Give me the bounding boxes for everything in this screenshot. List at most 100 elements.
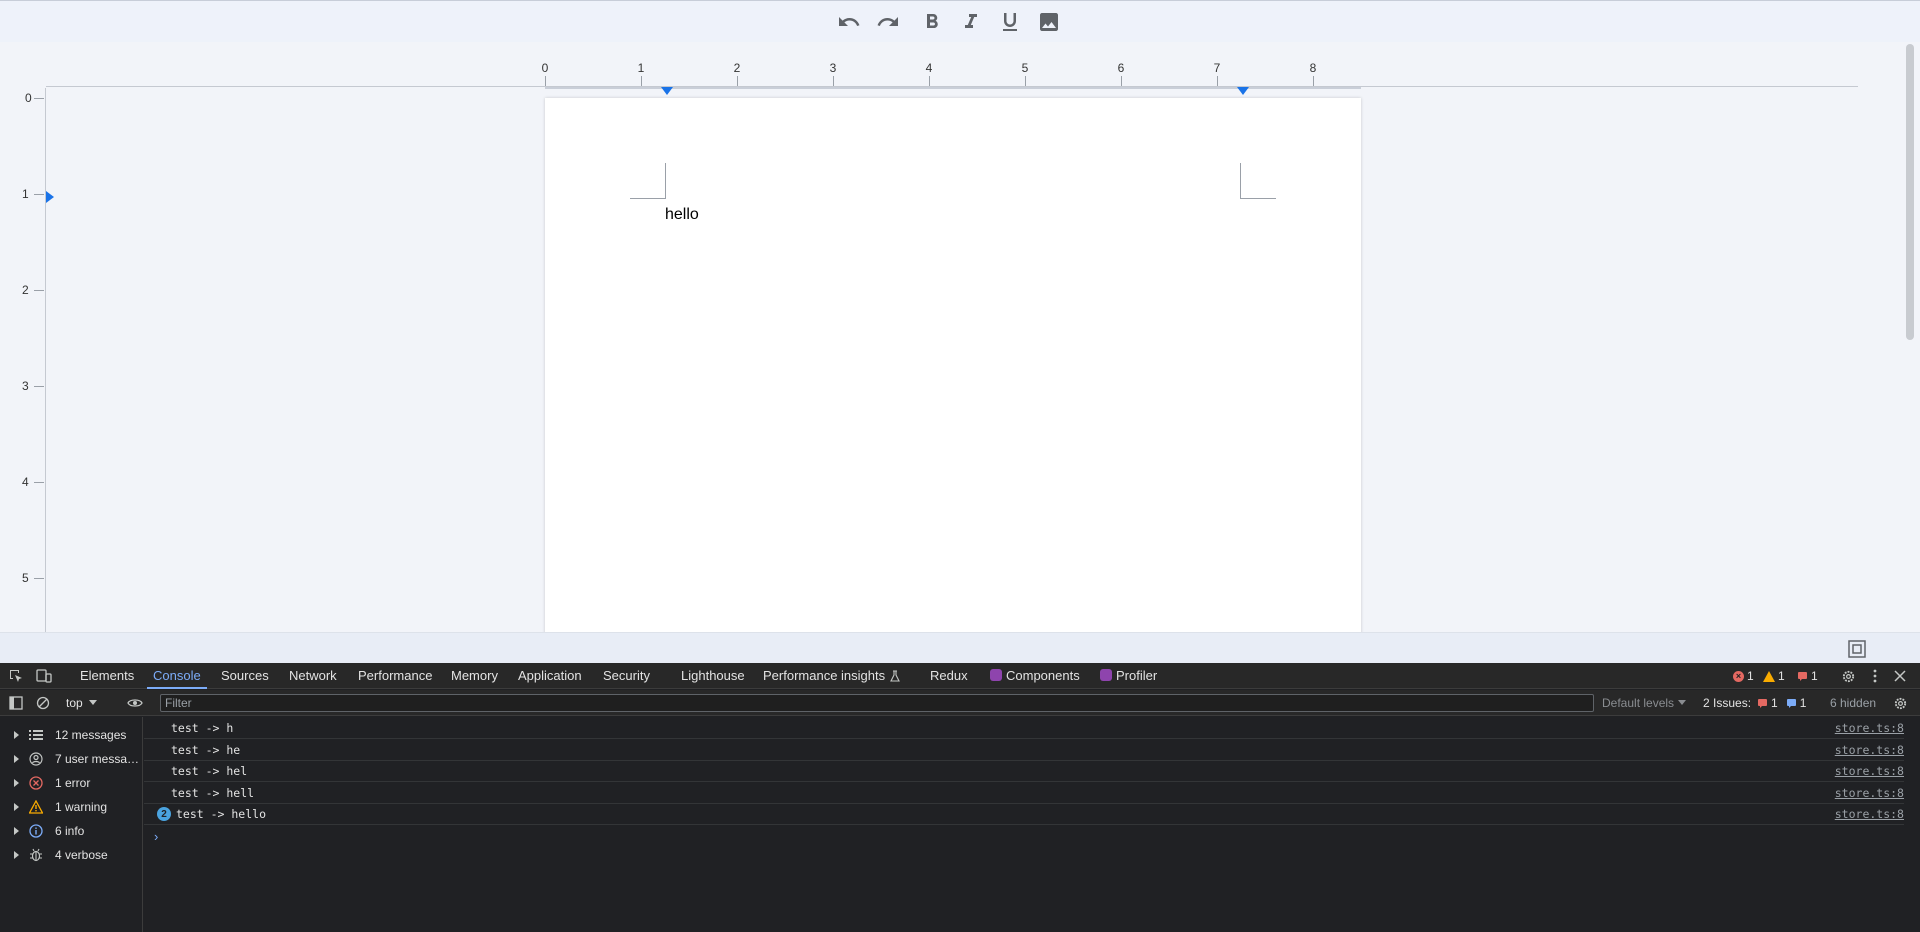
undo-button[interactable] [836, 9, 862, 35]
ruler-label: 0 [541, 61, 549, 75]
react-icon [990, 669, 1002, 681]
ruler-label: 1 [637, 61, 645, 75]
redo-button[interactable] [875, 9, 901, 35]
editor-toolbar [0, 0, 1920, 42]
sidebar-item-label: 4 verbose [55, 848, 108, 862]
tab-elements[interactable]: Elements [74, 663, 140, 689]
console-message: 2 test -> hello store.ts:8 [144, 804, 1904, 825]
italic-button[interactable] [958, 9, 984, 35]
expand-arrow-icon[interactable] [14, 827, 19, 835]
issue-count-badge[interactable]: 1 [1797, 668, 1818, 684]
bug-icon [29, 848, 43, 862]
devtools-panel: Elements Console Sources Network Performance… [0, 663, 1920, 932]
ruler-tick [34, 386, 44, 387]
message-text: test -> h [171, 721, 234, 735]
clear-icon [36, 696, 50, 710]
message-text: test -> hell [171, 785, 255, 800]
tab-application[interactable]: Application [512, 663, 588, 689]
sidebar-item-error[interactable]: 1 error [0, 771, 143, 795]
fullscreen-button[interactable] [1845, 637, 1869, 661]
tab-performance-insights[interactable]: Performance insights [757, 663, 907, 689]
ruler-label: 8 [1309, 61, 1317, 75]
underline-button[interactable] [997, 9, 1023, 35]
document-page[interactable]: hello [545, 98, 1361, 663]
ruler-tick [641, 76, 642, 86]
margin-corner-top-right [1240, 163, 1276, 199]
undo-icon [839, 17, 860, 26]
ruler-label: 2 [733, 61, 741, 75]
expand-arrow-icon[interactable] [14, 755, 19, 763]
ruler-label: 5 [1021, 61, 1029, 75]
issue-icon [1798, 671, 1807, 681]
info-icon [29, 824, 43, 838]
sidebar-item-label: 7 user messages [55, 752, 141, 766]
message-text: test -> hel [171, 764, 248, 778]
clear-console-button[interactable] [34, 694, 52, 712]
tab-components[interactable]: Components [984, 663, 1086, 689]
more-options-button[interactable] [1866, 667, 1884, 685]
ruler-label: 0 [25, 91, 32, 105]
sidebar-item-list[interactable]: 12 messages [0, 723, 143, 747]
tab-redux[interactable]: Redux [924, 663, 974, 689]
expand-arrow-icon[interactable] [14, 731, 19, 739]
message-text: test -> hello [176, 807, 267, 821]
sidebar-item-warning[interactable]: 1 warning [0, 795, 143, 819]
live-expression-button[interactable] [126, 694, 144, 712]
sidebar-item-bug[interactable]: 4 verbose [0, 843, 143, 867]
console-message: test -> hel store.ts:8 [144, 761, 1904, 782]
left-indent-marker[interactable] [661, 87, 673, 95]
tab-label: Console [153, 668, 201, 683]
tab-label: Profiler [1116, 668, 1158, 683]
source-link[interactable]: store.ts:8 [1835, 743, 1904, 757]
insert-image-button[interactable] [1036, 9, 1062, 35]
source-link[interactable]: store.ts:8 [1835, 721, 1904, 735]
tab-lighthouse[interactable]: Lighthouse [675, 663, 751, 689]
console-messages: › test -> h store.ts:8 test -> he store.ts:… [144, 717, 1920, 932]
console-prompt[interactable]: › [154, 829, 158, 844]
devtools-settings-button[interactable] [1839, 667, 1857, 685]
ruler-tick [545, 76, 546, 86]
error-count-badge[interactable]: × 1 [1733, 668, 1754, 684]
ruler-label: 7 [1213, 61, 1221, 75]
top-margin-marker[interactable] [46, 191, 54, 203]
issues-button[interactable]: 2 Issues: 1 1 [1703, 694, 1806, 712]
context-select[interactable]: top [66, 694, 97, 712]
expand-arrow-icon[interactable] [14, 803, 19, 811]
document-text[interactable]: hello [665, 206, 699, 224]
bold-icon [927, 14, 938, 28]
vertical-scrollbar[interactable] [1906, 44, 1914, 340]
tab-performance[interactable]: Performance [352, 663, 438, 689]
tab-console[interactable]: Console [147, 663, 207, 689]
tab-network[interactable]: Network [283, 663, 343, 689]
italic-icon [965, 14, 977, 28]
warning-count-badge[interactable]: 1 [1763, 668, 1785, 684]
console-filter-input[interactable] [160, 694, 1594, 712]
expand-arrow-icon[interactable] [14, 779, 19, 787]
log-levels-dropdown[interactable]: Default levels [1602, 694, 1687, 712]
tab-profiler[interactable]: Profiler [1094, 663, 1163, 689]
warning-icon [1763, 670, 1775, 682]
sidebar-item-info[interactable]: 6 info [0, 819, 143, 843]
sidebar-item-label: 1 error [55, 776, 91, 790]
issue-count: 1 [1811, 669, 1818, 683]
source-link[interactable]: store.ts:8 [1835, 807, 1904, 821]
console-message: test -> hell store.ts:8 [144, 783, 1904, 804]
expand-arrow-icon[interactable] [14, 851, 19, 859]
ruler-label: 4 [22, 475, 29, 489]
console-settings-button[interactable] [1891, 694, 1909, 712]
tab-memory[interactable]: Memory [445, 663, 504, 689]
ruler-label: 3 [829, 61, 837, 75]
sidebar-item-user[interactable]: 7 user messages [0, 747, 143, 771]
source-link[interactable]: store.ts:8 [1835, 764, 1904, 778]
inspect-element-button[interactable] [7, 667, 25, 685]
tab-sources[interactable]: Sources [215, 663, 275, 689]
device-toolbar-button[interactable] [35, 667, 53, 685]
close-devtools-button[interactable] [1891, 667, 1909, 685]
tab-security[interactable]: Security [597, 663, 656, 689]
warning-icon [29, 800, 43, 814]
toggle-sidebar-button[interactable] [7, 694, 25, 712]
source-link[interactable]: store.ts:8 [1835, 786, 1904, 800]
bold-button[interactable] [919, 9, 945, 35]
right-indent-marker[interactable] [1237, 87, 1249, 95]
repeat-count-badge: 2 [157, 807, 171, 821]
